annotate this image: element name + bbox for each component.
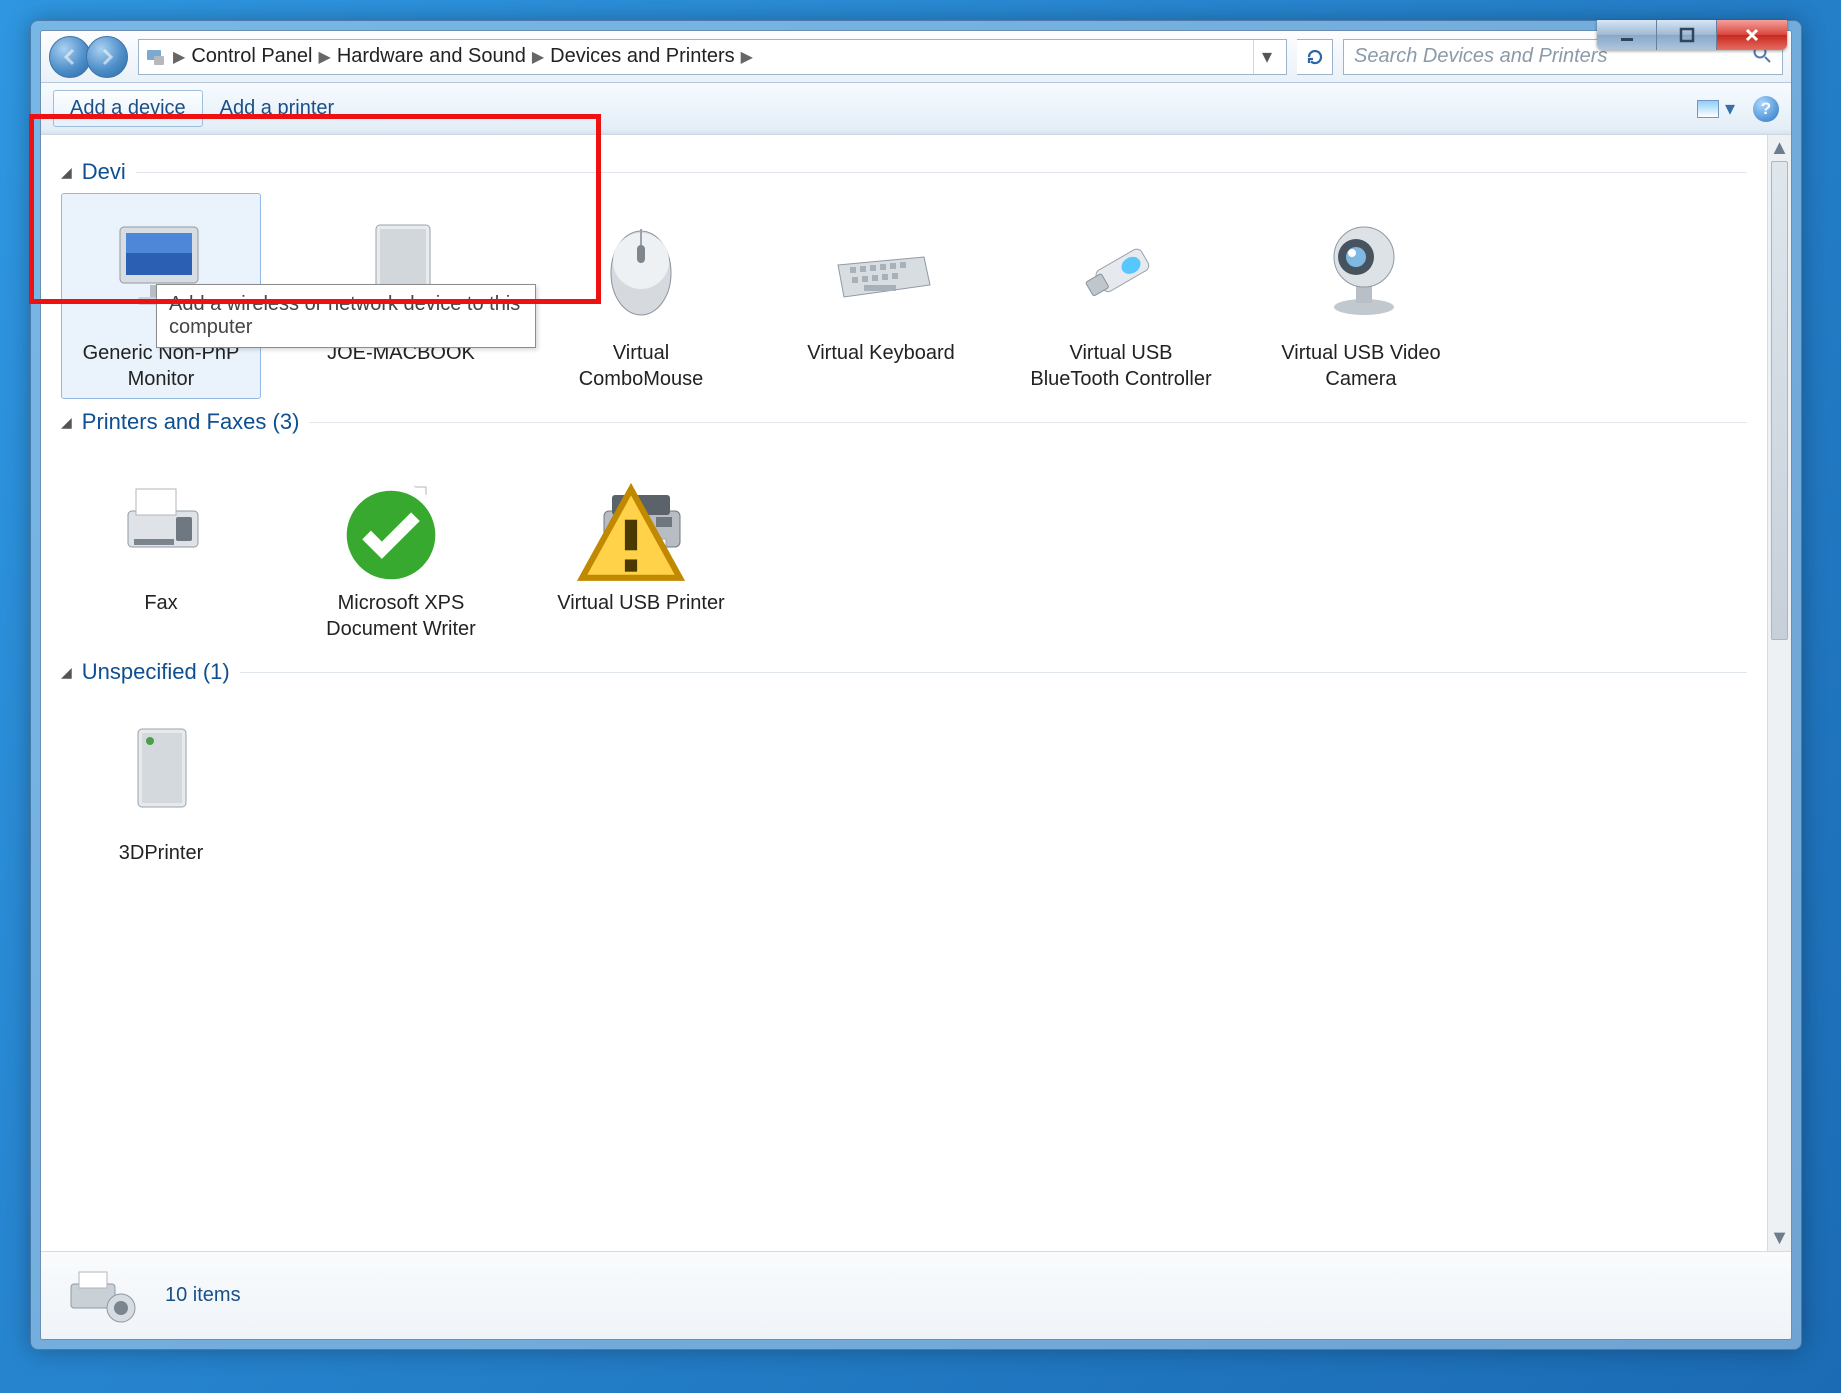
warning-badge-icon xyxy=(576,480,686,590)
chevron-right-icon: ▶ xyxy=(741,47,753,67)
default-check-badge-icon xyxy=(336,480,446,590)
printer-item[interactable]: Fax xyxy=(61,443,261,649)
printer-label: Fax xyxy=(68,590,254,616)
device-item[interactable]: Virtual USB BlueTooth Controller xyxy=(1021,193,1221,399)
group-title-devices: Devi xyxy=(82,159,126,185)
breadcrumb-seg-0[interactable]: Control Panel xyxy=(191,45,312,68)
minimize-icon xyxy=(1618,26,1636,44)
refresh-icon xyxy=(1305,47,1325,67)
status-bar: 10 items xyxy=(41,1251,1791,1339)
webcam-icon xyxy=(1268,200,1454,340)
group-title-printers: Printers and Faxes (3) xyxy=(82,409,300,435)
scroll-thumb[interactable] xyxy=(1771,161,1788,640)
view-options-button[interactable]: ▾ xyxy=(1697,96,1735,121)
keyboard-icon xyxy=(788,200,974,340)
aero-window: ▶ Control Panel ▶ Hardware and Sound ▶ D… xyxy=(30,20,1802,1350)
device-label: Virtual ComboMouse xyxy=(548,340,734,392)
item-count-text: 10 items xyxy=(165,1284,241,1307)
printer-icon xyxy=(308,450,494,590)
printer-item[interactable]: Virtual USB Printer xyxy=(541,443,741,649)
scroll-down-button[interactable]: ▼ xyxy=(1768,1225,1791,1251)
collapse-icon: ◢ xyxy=(61,664,72,681)
printers-items: Fax Microsoft XPS Document Writer xyxy=(61,443,1747,649)
printer-label: Microsoft XPS Document Writer xyxy=(308,590,494,642)
group-title-unspecified: Unspecified (1) xyxy=(82,659,230,685)
device-item[interactable]: 3DPrinter xyxy=(61,693,261,873)
forward-button[interactable] xyxy=(86,36,128,78)
device-item[interactable]: Virtual USB Video Camera xyxy=(1261,193,1461,399)
tooltip: Add a wireless or network device to this… xyxy=(156,284,536,348)
refresh-button[interactable] xyxy=(1297,39,1333,75)
printer-icon xyxy=(548,450,734,590)
content-area: ▲ ▼ Add a wireless or network device to … xyxy=(41,135,1791,1251)
collapse-icon: ◢ xyxy=(61,414,72,431)
device-item[interactable]: Virtual ComboMouse xyxy=(541,193,741,399)
thumb-icon xyxy=(1697,100,1719,118)
arrow-right-icon xyxy=(97,47,117,67)
back-button[interactable] xyxy=(49,36,91,78)
address-bar: ▶ Control Panel ▶ Hardware and Sound ▶ D… xyxy=(41,31,1791,83)
device-label: 3DPrinter xyxy=(68,840,254,866)
device-item[interactable]: Virtual Keyboard xyxy=(781,193,981,399)
command-toolbar: Add a device Add a printer ▾ ? xyxy=(41,83,1791,135)
arrow-left-icon xyxy=(60,47,80,67)
scroll-track[interactable] xyxy=(1768,161,1791,1225)
help-icon: ? xyxy=(1761,99,1771,119)
vertical-scrollbar[interactable]: ▲ ▼ xyxy=(1767,135,1791,1251)
window-controls xyxy=(1597,20,1787,50)
device-label: Virtual USB BlueTooth Controller xyxy=(1028,340,1214,392)
breadcrumb-seg-2[interactable]: Devices and Printers xyxy=(550,45,735,68)
maximize-icon xyxy=(1678,26,1696,44)
add-device-button[interactable]: Add a device xyxy=(53,90,203,127)
chevron-right-icon: ▶ xyxy=(532,47,544,67)
breadcrumb-seg-1[interactable]: Hardware and Sound xyxy=(337,45,526,68)
mouse-icon xyxy=(548,200,734,340)
search-placeholder: Search Devices and Printers xyxy=(1354,45,1607,68)
scroll-up-button[interactable]: ▲ xyxy=(1768,135,1791,161)
group-header-unspecified[interactable]: ◢ Unspecified (1) xyxy=(61,659,1747,685)
fax-icon xyxy=(68,450,254,590)
chevron-down-icon: ▾ xyxy=(1725,96,1735,121)
close-button[interactable] xyxy=(1717,20,1787,50)
printer-item[interactable]: Microsoft XPS Document Writer xyxy=(301,443,501,649)
chevron-right-icon: ▶ xyxy=(319,47,331,67)
drive-icon xyxy=(68,700,254,840)
breadcrumb-dropdown[interactable]: ▾ xyxy=(1253,40,1280,74)
printer-label: Virtual USB Printer xyxy=(548,590,734,616)
help-button[interactable]: ? xyxy=(1753,96,1779,122)
group-header-printers[interactable]: ◢ Printers and Faxes (3) xyxy=(61,409,1747,435)
unspecified-items: 3DPrinter xyxy=(61,693,1747,873)
group-header-devices[interactable]: ◢ Devi xyxy=(61,159,1747,185)
close-icon xyxy=(1743,26,1761,44)
device-label: Virtual Keyboard xyxy=(788,340,974,366)
device-label: Virtual USB Video Camera xyxy=(1268,340,1454,392)
collapse-icon: ◢ xyxy=(61,164,72,181)
maximize-button[interactable] xyxy=(1657,20,1717,50)
chevron-right-icon: ▶ xyxy=(173,47,185,67)
minimize-button[interactable] xyxy=(1597,20,1657,50)
add-printer-button[interactable]: Add a printer xyxy=(203,90,352,127)
status-devices-icon xyxy=(65,1264,145,1328)
breadcrumb[interactable]: ▶ Control Panel ▶ Hardware and Sound ▶ D… xyxy=(138,39,1287,75)
devices-icon xyxy=(145,46,167,68)
bluetooth-dongle-icon xyxy=(1028,200,1214,340)
